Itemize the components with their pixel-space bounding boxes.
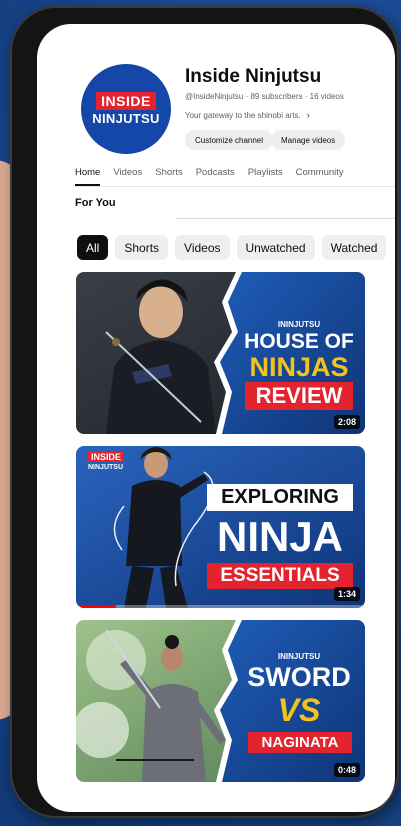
channel-name: Inside Ninjutsu — [185, 66, 322, 87]
avatar-text-ninjutsu: NINJUTSU — [92, 111, 160, 126]
tab-shorts[interactable]: Shorts — [155, 164, 182, 186]
video-title-line3: NAGINATA — [248, 732, 352, 753]
progress-track — [76, 605, 365, 608]
video-title-line1: SWORD — [247, 662, 351, 692]
video-brand: ININJUTSU — [277, 320, 321, 329]
manage-videos-button[interactable]: Manage videos — [271, 130, 346, 150]
video-title-line1: EXPLORING — [207, 484, 353, 511]
chip-shorts[interactable]: Shorts — [115, 235, 169, 260]
chip-watched[interactable]: Watched — [321, 235, 387, 260]
channel-meta: @InsideNinjutsu · 89 subscribers · 16 vi… — [185, 92, 344, 101]
video-title-line3: ESSENTIALS — [207, 563, 353, 589]
filter-chips: All Shorts Videos Unwatched Watched — [77, 235, 393, 260]
video-brand-bottom: NINJUTSU — [88, 464, 124, 471]
video-title-line2: NINJAS — [249, 352, 349, 382]
tab-videos[interactable]: Videos — [113, 164, 142, 186]
channel-description[interactable]: Your gateway to the shinobi arts. › — [185, 110, 310, 120]
video-title-line2: VS — [277, 692, 321, 728]
channel-avatar[interactable]: INSIDE NINJUTSU — [81, 64, 171, 154]
avatar-text-inside: INSIDE — [96, 92, 156, 110]
video-thumbnail[interactable]: INSIDE NINJUTSU EXPLORING NINJA ESSENTIA… — [76, 446, 365, 608]
video-thumbnail[interactable]: ININJUTSU SWORD VS NAGINATA 0:48 — [76, 620, 365, 782]
video-brand-top: INSIDE — [88, 452, 125, 462]
channel-description-text: Your gateway to the shinobi arts. — [185, 111, 301, 120]
tab-home[interactable]: Home — [75, 164, 101, 186]
tab-divider — [75, 186, 395, 187]
watch-progress — [76, 605, 117, 608]
video-duration: 1:34 — [333, 587, 360, 601]
section-divider — [175, 218, 395, 219]
phone-screen: INSIDE NINJUTSU Inside Ninjutsu @InsideN… — [37, 24, 395, 812]
video-thumbnail[interactable]: ININJUTSU HOUSE OF NINJAS REVIEW 2:08 — [76, 272, 365, 434]
chevron-right-icon: › — [306, 110, 310, 120]
chip-videos[interactable]: Videos — [175, 235, 230, 260]
video-title-line3: REVIEW — [245, 382, 353, 410]
video-duration: 2:08 — [333, 415, 360, 429]
tab-podcasts[interactable]: Podcasts — [196, 164, 235, 186]
phone-frame: INSIDE NINJUTSU Inside Ninjutsu @InsideN… — [10, 6, 399, 818]
video-title-line2: NINJA — [216, 513, 344, 560]
channel-tabs: Home Videos Shorts Podcasts Playlists Co… — [75, 164, 395, 186]
section-title: For You — [75, 197, 116, 209]
video-duration: 0:48 — [333, 763, 360, 777]
tab-playlists[interactable]: Playlists — [248, 164, 283, 186]
tab-community[interactable]: Community — [296, 164, 344, 186]
chip-all[interactable]: All — [77, 235, 109, 260]
customize-channel-button[interactable]: Customize channel — [185, 130, 274, 150]
video-title-line1: HOUSE OF — [244, 330, 354, 353]
video-brand: ININJUTSU — [277, 652, 321, 661]
chip-unwatched[interactable]: Unwatched — [236, 235, 315, 260]
